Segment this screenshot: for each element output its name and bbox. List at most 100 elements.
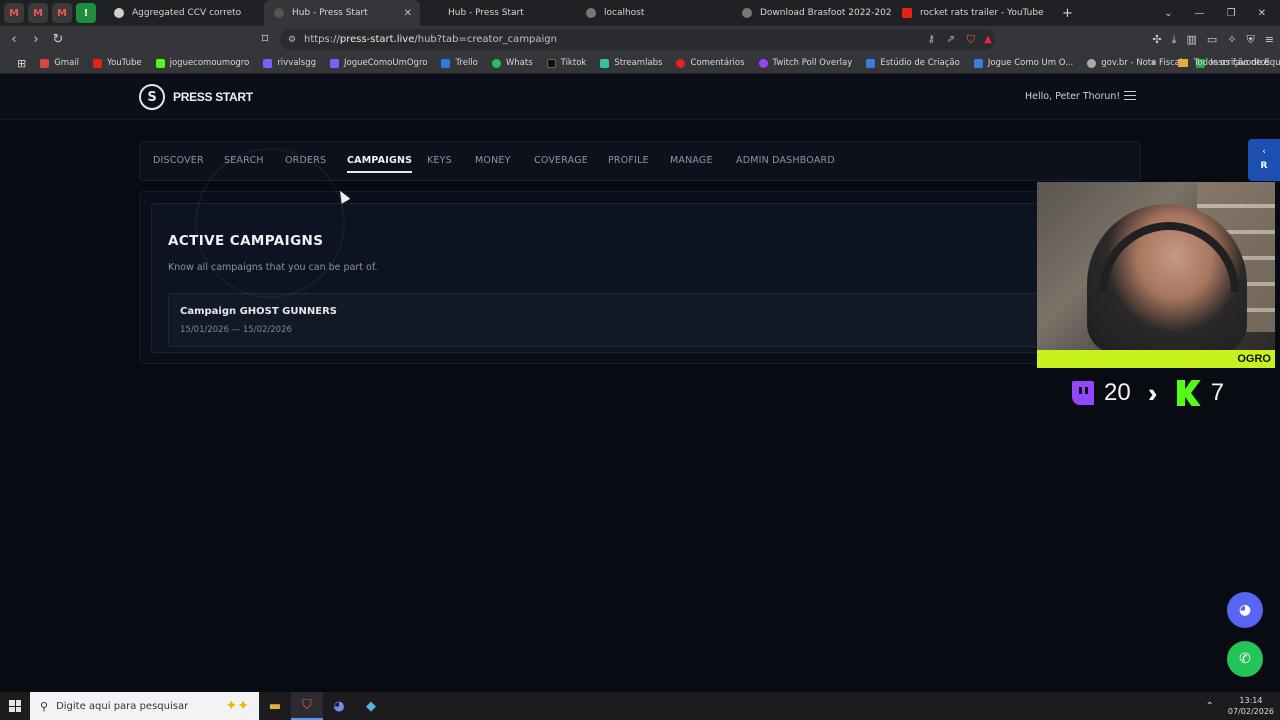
chevron-up-icon[interactable]: ⌃ xyxy=(1206,701,1214,712)
discord-icon: ◕ xyxy=(1238,602,1252,618)
puzzle-icon[interactable]: ✣ xyxy=(1152,33,1161,46)
tab-brasfoot[interactable]: Download Brasfoot 2022-2023 xyxy=(732,0,892,26)
bookmark-label: Jogue Como Um O... xyxy=(987,58,1074,68)
start-button[interactable] xyxy=(0,692,30,720)
back-icon[interactable]: ‹ xyxy=(4,32,24,47)
gmail-pinned-tab[interactable]: M xyxy=(52,3,72,23)
tab-label: Hub - Press Start xyxy=(292,8,368,18)
tab-discover[interactable]: DISCOVER xyxy=(153,155,204,166)
bookmark-drive[interactable]: Jogue Como Um O... xyxy=(967,58,1080,68)
close-window-icon[interactable]: ✕ xyxy=(1258,8,1266,19)
side-drawer-toggle[interactable]: ‹ R xyxy=(1248,139,1280,181)
bookmark-label: YouTube xyxy=(107,58,142,68)
bookmark-rivvals[interactable]: rivvalsgg xyxy=(256,58,323,68)
wallet-icon[interactable]: ▭ xyxy=(1207,33,1217,46)
key-icon[interactable]: ⚷ xyxy=(928,34,935,45)
more-bookmarks-icon[interactable]: » xyxy=(1151,58,1156,68)
url-scheme: https:// xyxy=(304,34,340,45)
gmail-pinned-tab[interactable]: M xyxy=(4,3,24,23)
bookmark-youtube[interactable]: YouTube xyxy=(86,58,149,68)
hamburger-menu-icon[interactable] xyxy=(1124,91,1136,100)
bookmark-twitch-poll[interactable]: Twitch Poll Overlay xyxy=(752,58,860,68)
tab-hub-active[interactable]: Hub - Press Start ✕ xyxy=(264,0,420,26)
menu-icon[interactable]: ≡ xyxy=(1265,33,1274,46)
tab-coverage[interactable]: COVERAGE xyxy=(534,155,588,166)
bookmark-estudio[interactable]: Estúdio de Criação xyxy=(859,58,967,68)
campaign-card[interactable]: Campaign GHOST GUNNERS 15/01/2026 — 15/0… xyxy=(168,293,1088,347)
press-start-logo[interactable]: S PRESS START xyxy=(139,84,253,110)
share-icon[interactable]: ⇗ xyxy=(947,34,955,45)
viewer-stats: 20 ››› 7 xyxy=(1072,378,1224,408)
tab-admin-dashboard[interactable]: ADMIN DASHBOARD xyxy=(736,155,835,166)
whatsapp-pinned-tab[interactable]: ! xyxy=(76,3,96,23)
whatsapp-button[interactable]: ✆ xyxy=(1227,641,1263,677)
url-host: press-start.live xyxy=(339,34,415,45)
bookmark-tiktok[interactable]: Tiktok xyxy=(540,58,594,68)
taskbar-search[interactable]: ⚲ Digite aqui para pesquisar ✦✦ xyxy=(30,692,259,720)
tab-label: Hub - Press Start xyxy=(448,8,524,18)
tab-localhost[interactable]: localhost xyxy=(576,0,732,26)
all-bookmarks-folder[interactable]: Todos os favoritos xyxy=(1194,58,1270,68)
globe-icon xyxy=(1087,58,1097,68)
gmail-pinned-tab[interactable]: M xyxy=(28,3,48,23)
tab-campaigns[interactable]: CAMPAIGNS xyxy=(347,155,413,173)
youtube-icon xyxy=(93,58,103,68)
bookmarks-bar: ⊞ Gmail YouTube joguecomoumogro rivvalsg… xyxy=(0,53,1280,74)
browser-tab-bar: M M M ! Aggregated CCV correto Hub - Pre… xyxy=(0,0,1280,26)
whatsapp-icon xyxy=(491,58,501,68)
clock-time: 13:14 xyxy=(1239,696,1263,705)
url-bar[interactable]: ⚙ https://press-start.live/hub?tab=creat… xyxy=(280,29,995,50)
leo-icon[interactable]: ✧ xyxy=(1227,33,1236,46)
new-tab-button[interactable]: + xyxy=(1052,0,1083,26)
close-tab-icon[interactable]: ✕ xyxy=(404,8,412,19)
tab-manage[interactable]: MANAGE xyxy=(670,155,713,166)
bookmark-streamlabs[interactable]: Streamlabs xyxy=(593,58,669,68)
tiktok-icon xyxy=(546,58,556,68)
bookmark-gmail[interactable]: Gmail xyxy=(33,58,86,68)
twitch-icon xyxy=(330,58,340,68)
tab-profile[interactable]: PROFILE xyxy=(608,155,649,166)
windows-icon xyxy=(9,700,21,712)
tab-hub[interactable]: Hub - Press Start xyxy=(420,0,576,26)
apps-grid-icon[interactable]: ⊞ xyxy=(10,57,33,70)
forward-icon[interactable]: › xyxy=(26,32,46,47)
file-explorer-icon[interactable]: ▬ xyxy=(259,692,291,720)
window-controls: ⌄ — ❐ ✕ xyxy=(1164,0,1280,26)
vpn-icon[interactable]: ⛨ xyxy=(1247,33,1255,47)
sidebar-icon[interactable]: ▥ xyxy=(1187,33,1197,46)
pinned-tabs: M M M ! xyxy=(0,3,96,23)
bookmark-twitch-channel[interactable]: JogueComoUmOgro xyxy=(323,58,434,68)
minimize-icon[interactable]: — xyxy=(1195,8,1205,19)
bookmark-trello[interactable]: Trello xyxy=(434,58,484,68)
tab-youtube[interactable]: rocket rats trailer - YouTube xyxy=(892,0,1052,26)
site-header: S PRESS START Hello, Peter Thorun! xyxy=(0,74,1280,120)
brave-rewards-icon[interactable]: ▲ xyxy=(984,34,992,45)
bookmark-label: Twitch Poll Overlay xyxy=(772,58,853,68)
tab-keys[interactable]: KEYS xyxy=(427,155,452,166)
reload-icon[interactable]: ↻ xyxy=(48,32,68,47)
bookmark-label: Gmail xyxy=(54,58,80,68)
tab-money[interactable]: MONEY xyxy=(475,155,511,166)
doc-icon xyxy=(114,8,124,18)
site-info-icon[interactable]: ⚙ xyxy=(288,35,296,45)
bookmark-comentarios[interactable]: Comentários xyxy=(669,58,751,68)
brave-shield-icon[interactable]: ⛉ xyxy=(967,33,975,47)
drive-icon xyxy=(973,58,983,68)
system-tray: ⌃ 13:14 07/02/2026 xyxy=(1206,692,1275,720)
clock[interactable]: 13:14 07/02/2026 xyxy=(1228,695,1274,717)
tab-list-icon[interactable]: ⌄ xyxy=(1164,8,1172,19)
discord-button[interactable]: ◕ xyxy=(1227,592,1263,628)
kick-icon xyxy=(1176,380,1201,406)
bookmark-kick[interactable]: joguecomoumogro xyxy=(149,58,257,68)
download-icon[interactable]: ⤓ xyxy=(1172,33,1177,47)
app-icon[interactable]: ◆ xyxy=(355,692,387,720)
discord-icon[interactable]: ◕ xyxy=(323,692,355,720)
bookmark-icon[interactable]: ⌑ xyxy=(255,32,275,47)
bookmark-whats[interactable]: Whats xyxy=(485,58,540,68)
brave-browser-icon[interactable]: ⛉ xyxy=(291,692,323,720)
twitch-icon xyxy=(1072,381,1094,405)
restore-icon[interactable]: ❐ xyxy=(1227,8,1236,19)
tab-label: Download Brasfoot 2022-2023 xyxy=(760,8,892,18)
press-start-icon xyxy=(274,8,284,18)
tab-aggregated-ccv[interactable]: Aggregated CCV correto xyxy=(104,0,264,26)
